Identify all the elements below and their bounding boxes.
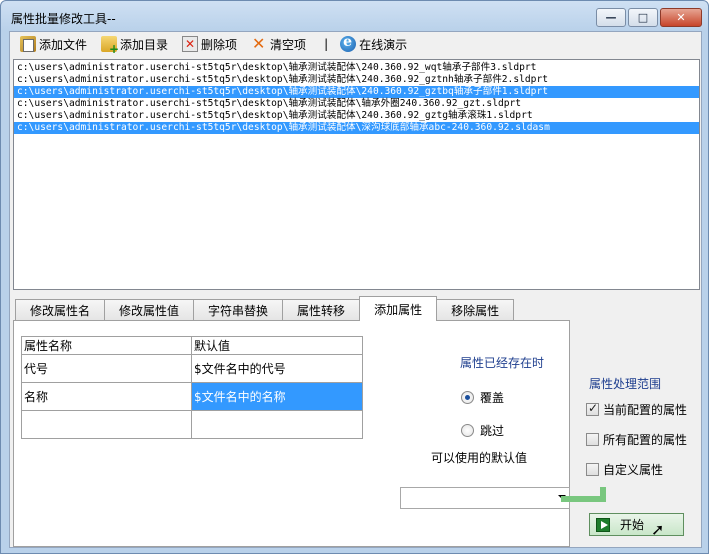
property-value-cell[interactable]: $文件名中的名称 [191, 382, 363, 411]
current-config-option[interactable]: 当前配置的属性 [586, 401, 687, 418]
start-button[interactable]: 开始 [589, 513, 684, 536]
online-demo-label: 在线演示 [359, 37, 408, 52]
file-list-item[interactable]: c:\users\administrator.userchi-st5tq5r\d… [14, 86, 699, 98]
tab-string-replace[interactable]: 字符串替换 [193, 299, 284, 321]
column-header-name[interactable]: 属性名称 [21, 336, 192, 355]
delete-item-button[interactable]: 删除项 [180, 33, 243, 55]
title-bar[interactable]: 属性批量修改工具-- — □ ✕ [1, 1, 708, 31]
property-name-cell[interactable] [21, 410, 192, 439]
custom-property-option[interactable]: 自定义属性 [586, 461, 663, 478]
exists-group-label: 属性已经存在时 [460, 356, 545, 370]
clear-items-button[interactable]: 清空项 [249, 33, 312, 55]
default-value-dropdown[interactable] [400, 487, 570, 509]
all-configs-label: 所有配置的属性 [603, 433, 688, 447]
tab-rename-property[interactable]: 修改属性名 [15, 299, 106, 321]
default-values-label: 可以使用的默认值 [431, 451, 528, 465]
skip-label: 跳过 [480, 424, 505, 438]
client-area: 添加文件 添加目录 删除项 清空项 | 在线演示 c:\users\admini… [9, 31, 702, 548]
toolbar-separator: | [324, 37, 329, 51]
property-value-cell[interactable] [191, 410, 363, 439]
all-configs-option[interactable]: 所有配置的属性 [586, 431, 687, 448]
current-config-label: 当前配置的属性 [603, 403, 688, 417]
skip-radio[interactable] [461, 424, 474, 437]
add-folder-icon [101, 36, 119, 56]
current-config-checkbox[interactable] [586, 401, 599, 416]
file-list-item[interactable]: c:\users\administrator.userchi-st5tq5r\d… [14, 122, 699, 134]
skip-radio-option[interactable]: 跳过 [461, 422, 504, 439]
clear-x-icon [251, 34, 267, 53]
ie-browser-icon [340, 34, 357, 52]
column-header-default[interactable]: 默认值 [191, 336, 363, 355]
tab-transfer-property[interactable]: 属性转移 [282, 299, 361, 321]
property-grid[interactable]: 属性名称 默认值 代号 $文件名中的代号 名称 $文件名中的名称 [21, 336, 363, 439]
toolbar: 添加文件 添加目录 删除项 清空项 | 在线演示 [10, 32, 701, 56]
file-list-item[interactable]: c:\users\administrator.userchi-st5tq5r\d… [14, 98, 699, 110]
window-title: 属性批量修改工具-- [11, 12, 116, 26]
overwrite-radio[interactable] [461, 391, 474, 404]
overwrite-radio-option[interactable]: 覆盖 [461, 389, 504, 406]
file-list-item[interactable]: c:\users\administrator.userchi-st5tq5r\d… [14, 74, 699, 86]
add-file-button[interactable]: 添加文件 [18, 33, 93, 55]
start-label: 开始 [620, 518, 645, 532]
custom-property-checkbox[interactable] [586, 463, 599, 476]
tab-modify-value[interactable]: 修改属性值 [104, 299, 195, 321]
add-property-panel: 属性名称 默认值 代号 $文件名中的代号 名称 $文件名中的名称 属性已经存在时 [13, 320, 570, 547]
scope-group-label: 属性处理范围 [589, 377, 662, 391]
add-directory-label: 添加目录 [120, 37, 169, 52]
file-list-item[interactable]: c:\users\administrator.userchi-st5tq5r\d… [14, 62, 699, 74]
clear-items-label: 清空项 [270, 37, 307, 52]
file-list[interactable]: c:\users\administrator.userchi-st5tq5r\d… [13, 59, 700, 290]
delete-item-label: 删除项 [201, 37, 238, 52]
close-button[interactable]: ✕ [660, 8, 702, 27]
connector-line [561, 496, 606, 502]
add-directory-button[interactable]: 添加目录 [99, 33, 174, 56]
grid-header-row: 属性名称 默认值 [21, 336, 363, 355]
property-name-cell[interactable]: 名称 [21, 382, 192, 411]
table-row[interactable]: 代号 $文件名中的代号 [21, 354, 363, 383]
tab-strip: 修改属性名 修改属性值 字符串替换 属性转移 添加属性 移除属性 [15, 296, 515, 321]
table-row[interactable]: 名称 $文件名中的名称 [21, 382, 363, 411]
all-configs-checkbox[interactable] [586, 433, 599, 446]
delete-icon [182, 36, 199, 52]
mouse-cursor-icon: ➚ [651, 520, 665, 539]
online-demo-button[interactable]: 在线演示 [338, 33, 413, 55]
property-name-cell[interactable]: 代号 [21, 354, 192, 383]
add-file-label: 添加文件 [39, 37, 88, 52]
table-row[interactable] [21, 410, 363, 439]
app-window: 属性批量修改工具-- — □ ✕ 添加文件 添加目录 删除项 清空项 [0, 0, 709, 554]
tab-remove-property[interactable]: 移除属性 [436, 299, 515, 321]
minimize-button[interactable]: — [596, 8, 626, 27]
play-icon [596, 517, 610, 532]
property-value-cell[interactable]: $文件名中的代号 [191, 354, 363, 383]
file-list-item[interactable]: c:\users\administrator.userchi-st5tq5r\d… [14, 110, 699, 122]
custom-property-label: 自定义属性 [603, 463, 664, 477]
tab-add-property[interactable]: 添加属性 [359, 296, 438, 321]
add-file-icon [20, 36, 36, 52]
overwrite-label: 覆盖 [480, 391, 505, 405]
maximize-button[interactable]: □ [628, 8, 658, 27]
window-controls: — □ ✕ [596, 8, 702, 27]
